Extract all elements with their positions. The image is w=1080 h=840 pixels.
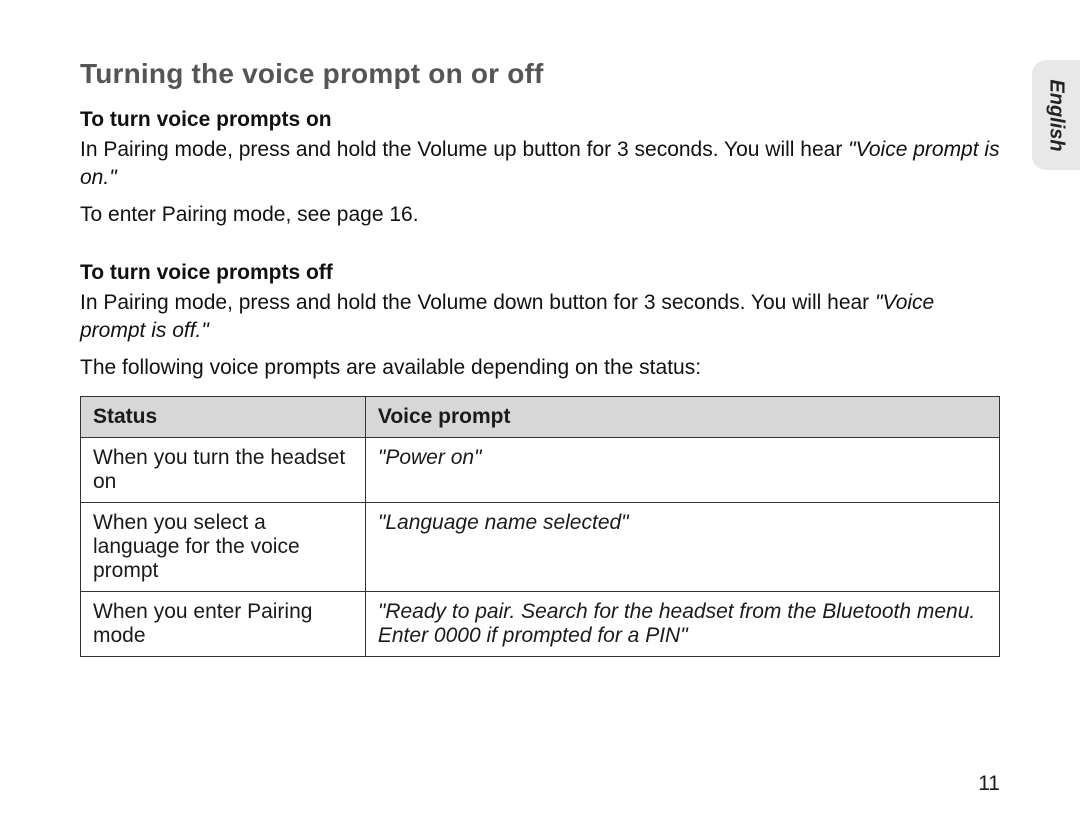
- para-voice-off-1: In Pairing mode, press and hold the Volu…: [80, 289, 1000, 346]
- cell-status: When you enter Pairing mode: [81, 592, 366, 657]
- text-fragment: In Pairing mode, press and hold the Volu…: [80, 138, 848, 161]
- cell-prompt: "Power on": [365, 438, 999, 503]
- table-header-row: Status Voice prompt: [81, 397, 1000, 438]
- table-row: When you select a language for the voice…: [81, 503, 1000, 592]
- table-row: When you turn the headset on "Power on": [81, 438, 1000, 503]
- para-voice-off-2: The following voice prompts are availabl…: [80, 354, 1000, 382]
- cell-status: When you select a language for the voice…: [81, 503, 366, 592]
- cell-prompt: "Language name selected": [365, 503, 999, 592]
- voice-prompt-table: Status Voice prompt When you turn the he…: [80, 396, 1000, 657]
- text-fragment: In Pairing mode, press and hold the Volu…: [80, 291, 875, 314]
- cell-prompt: "Ready to pair. Search for the headset f…: [365, 592, 999, 657]
- page-title: Turning the voice prompt on or off: [80, 58, 1000, 90]
- heading-voice-on: To turn voice prompts on: [80, 108, 1000, 132]
- language-tab-label: English: [1045, 79, 1068, 151]
- table-row: When you enter Pairing mode "Ready to pa…: [81, 592, 1000, 657]
- manual-page: English Turning the voice prompt on or o…: [0, 0, 1080, 840]
- th-status: Status: [81, 397, 366, 438]
- heading-voice-off: To turn voice prompts off: [80, 261, 1000, 285]
- th-voice-prompt: Voice prompt: [365, 397, 999, 438]
- language-tab: English: [1032, 60, 1080, 170]
- cell-status: When you turn the headset on: [81, 438, 366, 503]
- page-number: 11: [978, 772, 1000, 796]
- para-voice-on-1: In Pairing mode, press and hold the Volu…: [80, 136, 1000, 193]
- para-voice-on-2: To enter Pairing mode, see page 16.: [80, 201, 1000, 229]
